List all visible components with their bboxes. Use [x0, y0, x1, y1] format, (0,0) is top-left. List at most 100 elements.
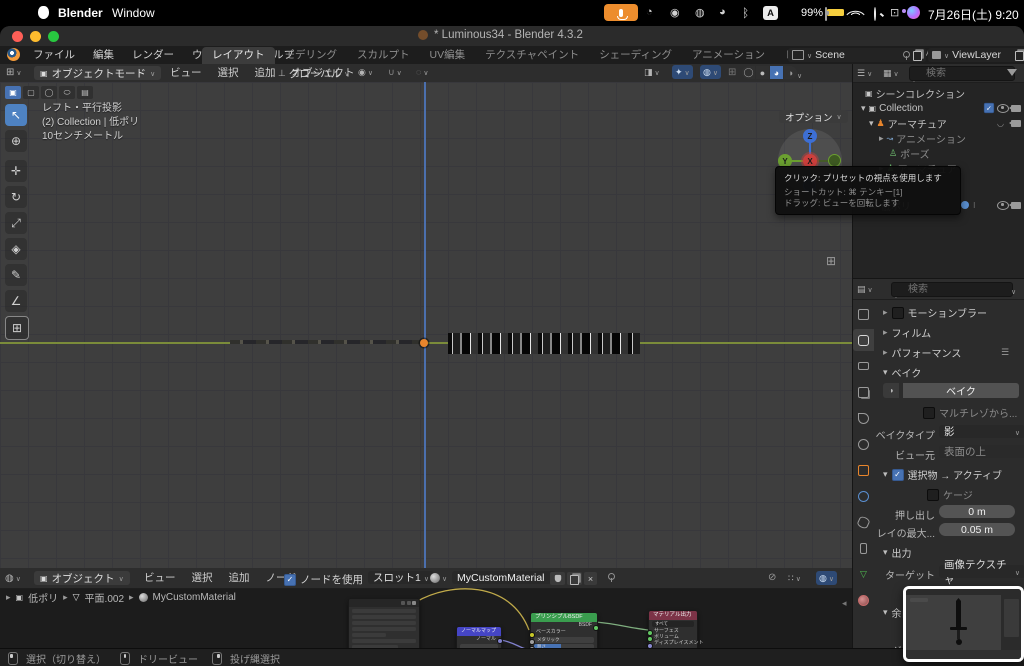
- display-menubar-icon[interactable]: ⊡: [890, 6, 899, 19]
- editor-type-shader-button[interactable]: ◍: [5, 572, 21, 584]
- panel-motion-blur[interactable]: モーションブラー: [883, 305, 987, 320]
- bluetooth-icon[interactable]: ᛒ: [742, 6, 749, 20]
- obs-menubar-icon[interactable]: ◔: [646, 6, 653, 18]
- window-menu[interactable]: Window: [112, 6, 155, 20]
- window-titlebar[interactable]: * Luminous34 - Blender 4.3.2: [0, 26, 1024, 46]
- slot-dropdown[interactable]: スロット1: [368, 571, 434, 584]
- proportional-edit-toggle[interactable]: ◌: [416, 66, 428, 78]
- tab-tool[interactable]: [853, 303, 874, 325]
- pivot-point-dropdown[interactable]: ◉: [358, 66, 373, 78]
- outliner-search-input[interactable]: [909, 66, 1015, 81]
- tool-measure[interactable]: ∠: [5, 290, 27, 312]
- editor-type-outliner-button[interactable]: ☰: [857, 67, 872, 79]
- new-material-button[interactable]: [567, 572, 582, 585]
- breadcrumb-material[interactable]: MyCustomMaterial: [153, 592, 236, 603]
- zoom-window-button[interactable]: [48, 31, 59, 42]
- cage-row[interactable]: ケージ: [927, 487, 973, 502]
- select-paint-button[interactable]: ▤: [77, 86, 93, 99]
- tab-uv[interactable]: UV編集: [420, 47, 476, 64]
- tab-shading[interactable]: シェーディング: [589, 47, 682, 64]
- scene-selector[interactable]: Scene: [788, 48, 926, 62]
- shading-dropdown[interactable]: [797, 69, 802, 81]
- tool-annotate[interactable]: ✎: [5, 264, 27, 286]
- material-name-field[interactable]: MyCustomMaterial: [452, 571, 556, 584]
- normal-output-socket[interactable]: [497, 638, 503, 644]
- tool-rotate[interactable]: ↻: [5, 186, 27, 208]
- shader-view-menu[interactable]: ビュー: [136, 569, 184, 587]
- pin-icon[interactable]: [901, 51, 910, 60]
- spotlight-icon[interactable]: [874, 7, 876, 21]
- outliner-row-collection[interactable]: ▣ Collection ✓: [853, 101, 1024, 115]
- xray-toggle[interactable]: ⊞: [728, 67, 736, 78]
- tab-render[interactable]: [853, 329, 874, 351]
- multires-checkbox[interactable]: [923, 407, 935, 419]
- menu-edit[interactable]: 編集: [84, 46, 123, 64]
- options-dropdown[interactable]: オプション: [779, 110, 848, 123]
- cage-checkbox[interactable]: [927, 489, 939, 501]
- outliner-display-mode[interactable]: ▦: [883, 67, 899, 79]
- multires-row[interactable]: マルチレゾから...: [923, 405, 1017, 420]
- minimize-window-button[interactable]: [30, 31, 41, 42]
- image-node-field[interactable]: [352, 627, 416, 632]
- extrusion-field[interactable]: 0 m: [939, 505, 1015, 518]
- target-dropdown[interactable]: 画像テクスチャ: [939, 565, 1024, 578]
- tool-cursor[interactable]: ⊕: [5, 130, 27, 152]
- properties-options-dropdown[interactable]: [1011, 285, 1016, 297]
- bake-render-icon[interactable]: ◑: [883, 383, 899, 398]
- tab-modifiers[interactable]: [853, 485, 874, 507]
- properties-search-input[interactable]: [891, 282, 1013, 297]
- snap-toggle[interactable]: ∪: [388, 66, 402, 78]
- siri-icon[interactable]: [907, 6, 920, 19]
- shader-editor[interactable]: ◍ ▣ オブジェクト ビュー 選択 追加 ノード ✓ ノードを使用 スロット1: [0, 568, 852, 648]
- shader-add-menu[interactable]: 追加: [221, 569, 258, 587]
- menubar-clock[interactable]: 7月26日(土) 9:20: [928, 6, 1019, 23]
- fake-user-shield-button[interactable]: [550, 572, 565, 585]
- view-menu[interactable]: ビュー: [162, 64, 210, 82]
- outliner-row-animation[interactable]: ↝ アニメーション: [853, 131, 1024, 145]
- image-texture-node[interactable]: [348, 598, 420, 648]
- tab-modeling[interactable]: モデリング: [275, 47, 348, 64]
- tool-move[interactable]: ✛: [5, 160, 27, 182]
- image-node-field[interactable]: [352, 633, 386, 638]
- new-scene-icon[interactable]: [913, 51, 922, 61]
- shading-wireframe-button[interactable]: ◯: [742, 66, 755, 79]
- select-tweak-button[interactable]: ▣: [5, 86, 21, 99]
- chat-menubar-icon[interactable]: ◍: [695, 6, 705, 19]
- show-overlays-toggle[interactable]: ◍: [700, 65, 721, 79]
- collection-checkbox[interactable]: ✓: [984, 103, 994, 113]
- disable-render-icon[interactable]: [1011, 202, 1021, 209]
- material-output-node[interactable]: マテリアル出力 すべて サーフェス ボリューム ディスプレイスメント: [648, 610, 698, 648]
- select-box-button[interactable]: ▢: [23, 86, 39, 99]
- editor-type-properties-button[interactable]: ▤: [857, 283, 873, 295]
- image-node-field[interactable]: [352, 621, 416, 626]
- editor-type-3dview-button[interactable]: ⊞: [6, 66, 22, 78]
- transform-orientation-dropdown[interactable]: ⊥ グローバル: [278, 66, 349, 80]
- hide-eye-icon[interactable]: [997, 104, 1009, 113]
- breadcrumb-mesh[interactable]: 平面.002: [85, 590, 124, 605]
- input-source-icon[interactable]: A: [763, 6, 778, 20]
- select-lasso-button[interactable]: ⬭: [59, 86, 75, 99]
- unlink-material-button[interactable]: ×: [584, 572, 597, 585]
- visibility-dropdown[interactable]: ◨: [644, 66, 660, 78]
- tab-material[interactable]: [853, 589, 874, 611]
- panel-bake[interactable]: ベイク: [883, 365, 921, 380]
- new-viewlayer-icon[interactable]: [1015, 51, 1024, 61]
- mesh-strip-left[interactable]: [230, 340, 424, 344]
- scene-name[interactable]: Scene: [815, 49, 845, 61]
- selected-to-active-checkbox[interactable]: ✓: [892, 469, 904, 481]
- tool-scale[interactable]: ⤢: [5, 212, 27, 234]
- use-nodes-row[interactable]: ✓ ノードを使用: [284, 572, 363, 587]
- panel-film[interactable]: フィルム: [883, 325, 931, 340]
- max-ray-field[interactable]: 0.05 m: [939, 523, 1015, 536]
- viewport-3d[interactable]: ▣ ▢ ◯ ⬭ ▤ ↖ ⊕ ✛ ↻ ⤢ ◈ ✎ ∠ ⊞ レフト・平行投影 (: [0, 82, 852, 568]
- breadcrumb-object[interactable]: 低ポリ: [28, 590, 58, 605]
- principled-bsdf-node[interactable]: プリンシプルBSDF BSDF ベースカラー メタリック 粗さ IOR: [530, 612, 598, 648]
- outliner-row-scene-collection[interactable]: ▣ シーンコレクション: [853, 86, 1024, 100]
- snap-node-dropdown[interactable]: ∷: [788, 572, 801, 584]
- blender-logo-icon[interactable]: [7, 48, 20, 61]
- close-window-button[interactable]: [12, 31, 23, 42]
- outliner-row-armature[interactable]: ♟ アーマチュア ◡: [853, 116, 1024, 130]
- panel-output[interactable]: 出力: [883, 545, 912, 560]
- motion-blur-checkbox[interactable]: [892, 307, 904, 319]
- image-node-field[interactable]: [352, 609, 416, 614]
